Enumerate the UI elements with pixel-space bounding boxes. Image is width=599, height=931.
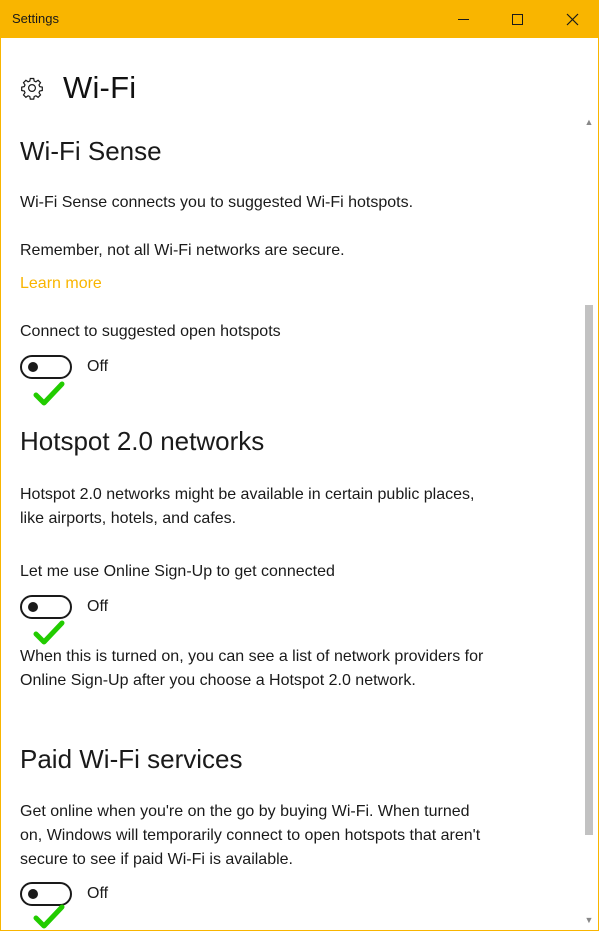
window-border-left (0, 38, 1, 931)
connect-open-hotspots-label: Connect to suggested open hotspots (20, 323, 281, 340)
online-signup-label: Let me use Online Sign-Up to get connect… (20, 563, 335, 580)
paid-wifi-description-line3: secure to see if paid Wi-Fi is available… (20, 851, 293, 868)
paid-wifi-heading: Paid Wi-Fi services (20, 744, 243, 774)
page-title: Wi-Fi (63, 70, 137, 105)
close-icon (566, 13, 578, 25)
hotspot-description-line2: like airports, hotels, and cafes. (20, 510, 237, 527)
paid-wifi-description-line1: Get online when you're on the go by buyi… (20, 803, 470, 820)
title-bar: Settings (0, 0, 599, 38)
toggle-knob (28, 362, 38, 372)
toggle-state-label: Off (87, 598, 109, 615)
wifi-sense-heading: Wi-Fi Sense (20, 136, 162, 166)
check-mark-icon (33, 381, 65, 406)
wifi-sense-description: Wi-Fi Sense connects you to suggested Wi… (20, 194, 414, 211)
connect-open-hotspots-toggle[interactable] (20, 355, 72, 379)
scroll-up-arrow-icon[interactable]: ▲ (582, 115, 596, 129)
check-mark-icon (33, 904, 65, 929)
online-signup-toggle-row: Off (20, 594, 108, 620)
check-mark-icon (33, 620, 65, 645)
maximize-button[interactable] (490, 0, 544, 38)
hotspot-description-line1: Hotspot 2.0 networks might be available … (20, 486, 475, 503)
scroll-thumb[interactable] (585, 305, 593, 835)
toggle-state-label: Off (87, 885, 109, 902)
learn-more-link[interactable]: Learn more (20, 275, 102, 293)
minimize-icon (457, 18, 469, 20)
vertical-scrollbar[interactable]: ▲ ▼ (582, 115, 596, 927)
wifi-sense-warning: Remember, not all Wi-Fi networks are sec… (20, 242, 345, 259)
window-title: Settings (12, 11, 59, 26)
paid-wifi-description-line2: on, Windows will temporarily connect to … (20, 827, 481, 844)
close-button[interactable] (545, 0, 599, 38)
toggle-knob (28, 889, 38, 899)
hotspot-heading: Hotspot 2.0 networks (20, 426, 265, 456)
scroll-down-arrow-icon[interactable]: ▼ (582, 913, 596, 927)
online-signup-note-line1: When this is turned on, you can see a li… (20, 648, 484, 665)
online-signup-toggle[interactable] (20, 595, 72, 619)
toggle-knob (28, 602, 38, 612)
minimize-button[interactable] (436, 0, 490, 38)
maximize-icon (511, 13, 523, 25)
gear-icon (21, 77, 43, 100)
connect-open-hotspots-toggle-row: Off (20, 354, 108, 380)
online-signup-note-line2: Online Sign-Up after you choose a Hotspo… (20, 672, 416, 689)
toggle-state-label: Off (87, 358, 109, 375)
page-header: Wi-Fi (20, 70, 136, 106)
